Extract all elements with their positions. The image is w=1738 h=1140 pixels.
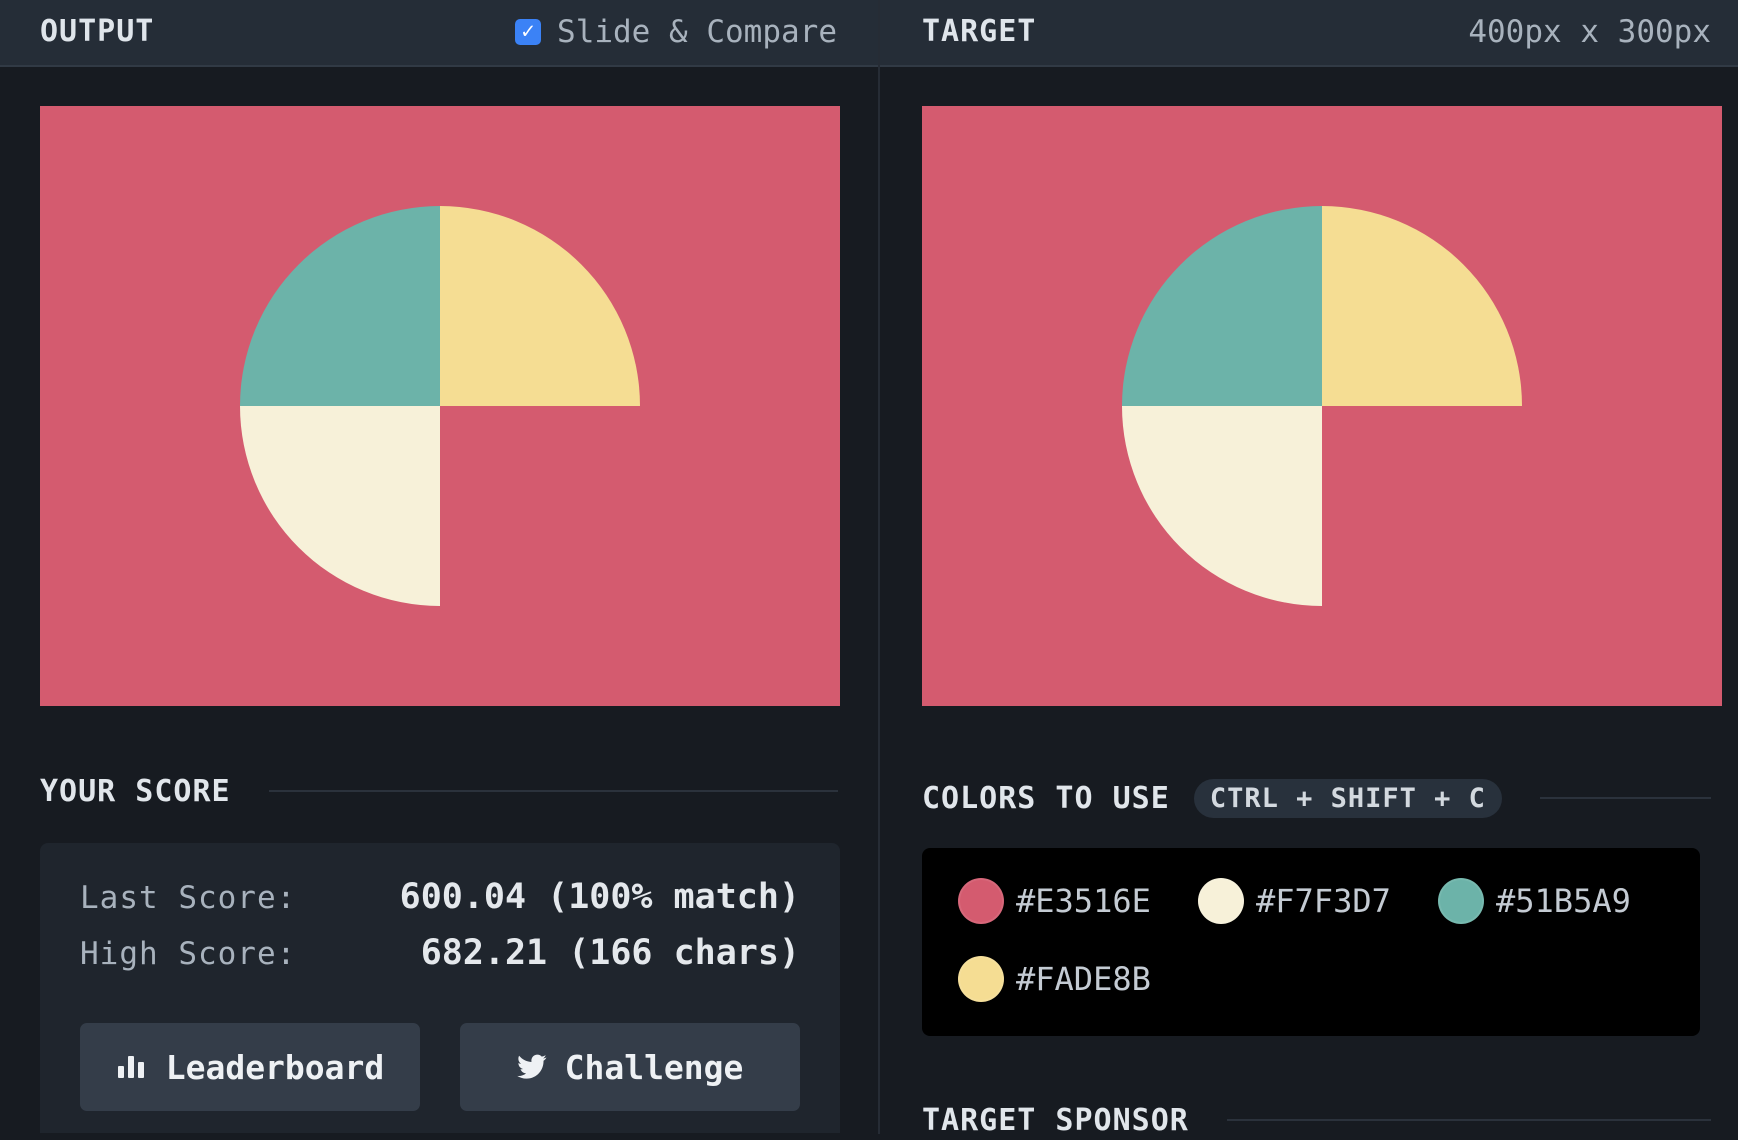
slide-compare-toggle[interactable]: ✓ Slide & Compare [515, 14, 837, 50]
sponsor-heading-rule [1226, 1119, 1711, 1121]
last-score-label: Last Score: [80, 880, 297, 916]
color-swatch[interactable]: #51B5A9 [1438, 878, 1631, 924]
target-render [922, 106, 1722, 706]
leaderboard-label: Leaderboard [165, 1047, 385, 1087]
last-score-value: 600.04 (100% match) [399, 877, 800, 917]
target-canvas [922, 106, 1722, 706]
colors-heading-rule [1539, 797, 1711, 799]
challenge-label: Challenge [564, 1047, 744, 1087]
swatch-hex: #51B5A9 [1496, 882, 1631, 920]
high-score-row: High Score: 682.21 (166 chars) [80, 933, 800, 973]
swatch-dot [1438, 878, 1484, 924]
color-swatch-panel: #E3516E #F7F3D7 #51B5A9 #FADE8B [922, 848, 1700, 1036]
color-swatch[interactable]: #E3516E [958, 878, 1151, 924]
sponsor-heading: TARGET SPONSOR [922, 1100, 1711, 1140]
bar-chart-icon [117, 1056, 144, 1078]
swatch-hex: #FADE8B [1016, 960, 1151, 998]
colors-heading-text: COLORS TO USE [922, 780, 1170, 816]
color-swatch[interactable]: #F7F3D7 [1198, 878, 1391, 924]
twitter-icon [516, 1054, 547, 1079]
output-column: OUTPUT ✓ Slide & Compare YOUR SCORE Last… [0, 0, 880, 1134]
swatch-dot [958, 956, 1004, 1002]
score-heading: YOUR SCORE [40, 773, 838, 809]
compare-label: Slide & Compare [557, 14, 837, 50]
target-column: TARGET 400px x 300px COLORS TO USE CTRL … [880, 0, 1738, 1138]
score-card: Last Score: 600.04 (100% match) High Sco… [40, 843, 840, 1133]
high-score-label: High Score: [80, 936, 297, 972]
sponsor-heading-text: TARGET SPONSOR [922, 1102, 1189, 1138]
high-score-value: 682.21 (166 chars) [420, 933, 800, 973]
swatch-hex: #F7F3D7 [1256, 882, 1391, 920]
target-header: TARGET 400px x 300px [880, 0, 1738, 67]
output-title: OUTPUT [40, 14, 155, 49]
swatch-dot [958, 878, 1004, 924]
output-header: OUTPUT ✓ Slide & Compare [0, 0, 878, 67]
score-heading-rule [268, 790, 838, 792]
target-dimensions: 400px x 300px [1468, 14, 1711, 50]
compare-checkbox[interactable]: ✓ [515, 19, 542, 45]
target-title: TARGET [922, 14, 1037, 49]
challenge-button[interactable]: Challenge [460, 1023, 800, 1111]
swatch-dot [1198, 878, 1244, 924]
output-render [40, 106, 840, 706]
colors-heading: COLORS TO USE CTRL + SHIFT + C [922, 778, 1711, 818]
last-score-row: Last Score: 600.04 (100% match) [80, 877, 800, 917]
output-canvas[interactable] [40, 106, 840, 706]
colors-shortcut-badge: CTRL + SHIFT + C [1193, 778, 1502, 818]
color-swatch[interactable]: #FADE8B [958, 956, 1151, 1002]
swatch-hex: #E3516E [1016, 882, 1151, 920]
leaderboard-button[interactable]: Leaderboard [80, 1023, 420, 1111]
score-heading-text: YOUR SCORE [40, 773, 231, 809]
